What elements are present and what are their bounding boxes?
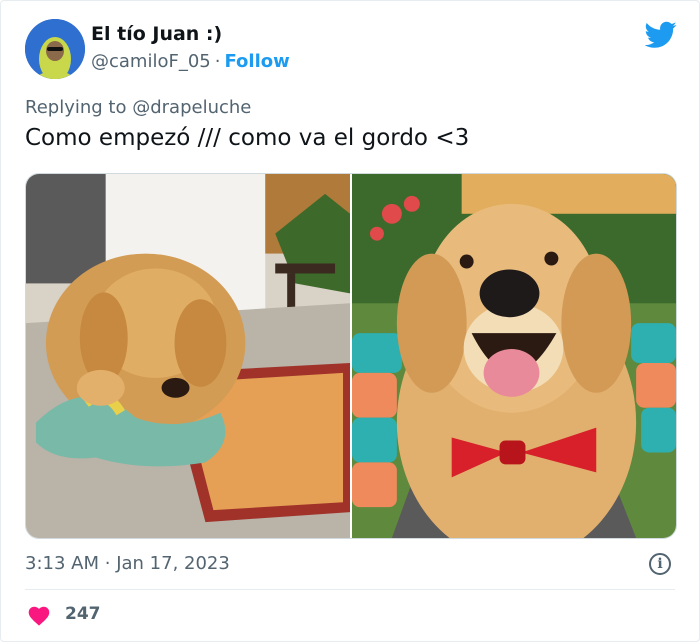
author-name[interactable]: El tío Juan :) [91, 23, 222, 45]
tweet-time: 3:13 AM [25, 553, 99, 574]
twitter-bird-icon[interactable] [645, 21, 677, 49]
tweet-card: El tío Juan :) @camiloF_05 · Follow Replyi… [0, 0, 700, 642]
replying-to: Replying to @drapeluche [25, 97, 251, 118]
replying-prefix: Replying to [25, 97, 127, 118]
author-handle[interactable]: @camiloF_05 [91, 51, 211, 72]
follow-button[interactable]: Follow [224, 51, 289, 72]
tweet-text: Como empezó /// como va el gordo <3 [25, 125, 470, 151]
photo-puppy[interactable] [26, 174, 350, 538]
like-count[interactable]: 247 [65, 604, 101, 624]
author-handle-row: @camiloF_05 · Follow [91, 51, 290, 72]
tweet-date: Jan 17, 2023 [116, 553, 230, 574]
separator-dot: · [214, 51, 221, 72]
divider [25, 589, 675, 590]
reply-mention-link[interactable]: @drapeluche [132, 97, 251, 118]
timestamp[interactable]: 3:13 AM · Jan 17, 2023 [25, 553, 230, 574]
separator-dot: · [104, 553, 111, 574]
photo-grown-dog[interactable] [352, 174, 676, 538]
info-icon[interactable]: i [649, 553, 671, 575]
avatar[interactable] [25, 19, 85, 79]
media-grid [25, 173, 677, 539]
heart-icon[interactable] [27, 604, 51, 626]
